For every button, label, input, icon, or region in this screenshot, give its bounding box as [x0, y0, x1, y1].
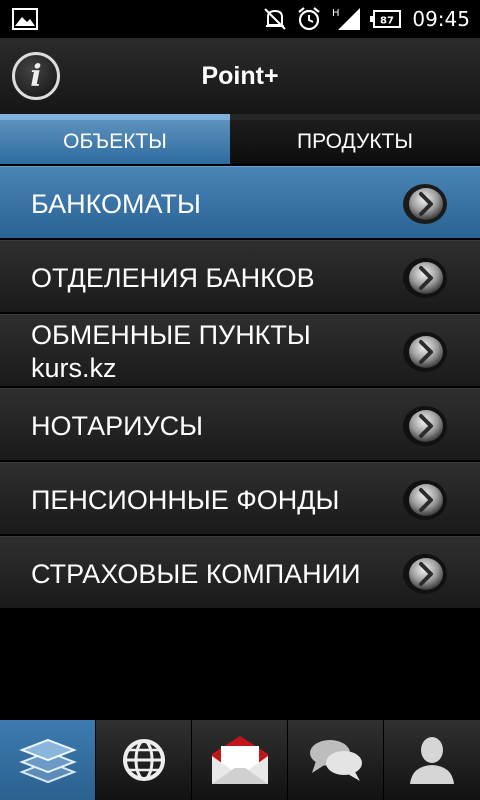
image-icon: [12, 8, 38, 30]
battery-icon: 87: [370, 10, 402, 28]
status-time: 09:45: [412, 7, 470, 31]
nav-chat-button[interactable]: [288, 720, 384, 800]
app-title: Point+: [201, 62, 279, 90]
chevron-right-icon: [403, 332, 447, 372]
title-bar: Point+ i: [0, 38, 480, 114]
svg-text:H: H: [332, 8, 340, 19]
nav-mail-button[interactable]: [192, 720, 288, 800]
info-button[interactable]: i: [12, 52, 60, 100]
list-item-insurance-companies[interactable]: СТРАХОВЫЕ КОМПАНИИ: [0, 536, 480, 610]
tab-objects[interactable]: ОБЪЕКТЫ: [0, 114, 230, 164]
user-icon: [410, 737, 454, 784]
list-item-label: ОТДЕЛЕНИЯ БАНКОВ: [31, 262, 315, 293]
tab-bar: ОБЪЕКТЫ ПРОДУКТЫ: [0, 114, 480, 164]
list-item-label: ПЕНСИОННЫЕ ФОНДЫ: [31, 484, 340, 515]
chevron-right-icon: [403, 184, 447, 224]
info-icon: i: [30, 58, 42, 94]
list-item-atms[interactable]: БАНКОМАТЫ: [0, 166, 480, 240]
globe-icon: [122, 739, 165, 781]
chat-icon: [309, 740, 362, 781]
list-item-bank-branches[interactable]: ОТДЕЛЕНИЯ БАНКОВ: [0, 240, 480, 314]
layers-icon: [18, 738, 77, 784]
bottom-nav: [0, 720, 480, 800]
category-list: БАНКОМАТЫ ОТДЕЛЕНИЯ БАНКОВ ОБМЕННЫЕ ПУНК…: [0, 166, 480, 610]
list-item-pension-funds[interactable]: ПЕНСИОННЫЕ ФОНДЫ: [0, 462, 480, 536]
list-item-label: ОБМЕННЫЕ ПУНКТЫ kurs.kz: [31, 315, 380, 389]
nav-user-button[interactable]: [384, 720, 480, 800]
list-item-notaries[interactable]: НОТАРИУСЫ: [0, 388, 480, 462]
chevron-right-icon: [403, 406, 447, 446]
list-item-label: СТРАХОВЫЕ КОМПАНИИ: [31, 558, 361, 589]
alarm-icon: [298, 7, 321, 31]
svg-text:87: 87: [380, 16, 394, 27]
list-item-label: БАНКОМАТЫ: [31, 188, 201, 219]
mail-icon: [211, 736, 268, 784]
muted-icon: [264, 8, 287, 30]
list-item-exchange-points[interactable]: ОБМЕННЫЕ ПУНКТЫ kurs.kz: [0, 314, 480, 388]
tab-products[interactable]: ПРОДУКТЫ: [230, 114, 480, 164]
list-item-label: НОТАРИУСЫ: [31, 410, 204, 441]
chevron-right-icon: [403, 258, 447, 298]
nav-layers-button[interactable]: [0, 720, 96, 800]
status-bar: H 87 09:45: [0, 0, 480, 38]
signal-icon: H: [332, 8, 361, 30]
list-item-sublabel: kurs.kz: [31, 353, 117, 383]
status-icons: H 87 09:45: [262, 0, 470, 38]
nav-globe-button[interactable]: [96, 720, 192, 800]
chevron-right-icon: [403, 480, 447, 520]
chevron-right-icon: [403, 554, 447, 594]
